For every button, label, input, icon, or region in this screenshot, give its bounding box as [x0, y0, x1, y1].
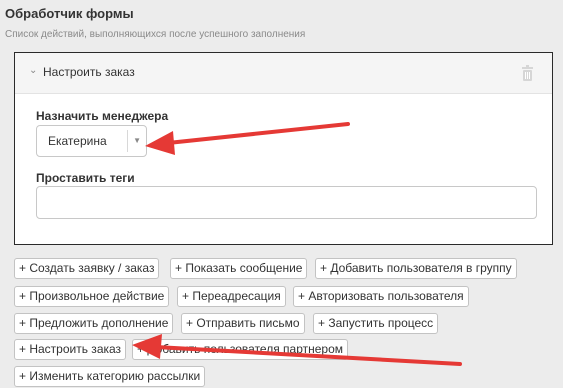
assign-manager-label: Назначить менеджера: [36, 109, 169, 123]
action-panel-configure-order: ⌄ Настроить заказ Назначить менеджера Ек…: [14, 52, 553, 245]
authorize-user-button[interactable]: + Авторизовать пользователя: [293, 286, 469, 307]
set-tags-input[interactable]: [36, 186, 537, 219]
dropdown-caret-icon[interactable]: ▼: [133, 136, 141, 145]
configure-order-button[interactable]: + Настроить заказ: [14, 339, 127, 360]
send-email-button[interactable]: + Отправить письмо: [181, 313, 305, 334]
start-process-button[interactable]: + Запустить процесс: [313, 313, 439, 334]
action-panel-header[interactable]: ⌄ Настроить заказ: [15, 53, 552, 94]
form-handler-title: Обработчик формы: [5, 6, 134, 21]
show-message-button[interactable]: + Показать сообщение: [170, 258, 308, 279]
assign-manager-select[interactable]: Екатерина ▼: [36, 125, 147, 157]
chevron-down-icon[interactable]: ⌄: [29, 66, 39, 76]
form-handler-subtitle: Список действий, выполняющихся после усп…: [5, 29, 306, 40]
assign-manager-value: Екатерина: [48, 134, 107, 148]
create-order-button[interactable]: + Создать заявку / заказ: [14, 258, 160, 279]
redirect-button[interactable]: + Переадресация: [177, 286, 286, 307]
select-divider: [127, 130, 128, 152]
action-panel-title: Настроить заказ: [43, 65, 135, 79]
custom-action-button[interactable]: + Произвольное действие: [14, 286, 170, 307]
add-user-to-group-button[interactable]: + Добавить пользователя в группу: [315, 258, 517, 279]
add-partner-user-button[interactable]: + Добавить пользователя партнером: [132, 339, 349, 360]
trash-icon[interactable]: [521, 65, 534, 81]
set-tags-label: Проставить теги: [36, 171, 135, 185]
change-mailing-category-button[interactable]: + Изменить категорию рассылки: [14, 366, 206, 387]
offer-addon-button[interactable]: + Предложить дополнение: [14, 313, 174, 334]
